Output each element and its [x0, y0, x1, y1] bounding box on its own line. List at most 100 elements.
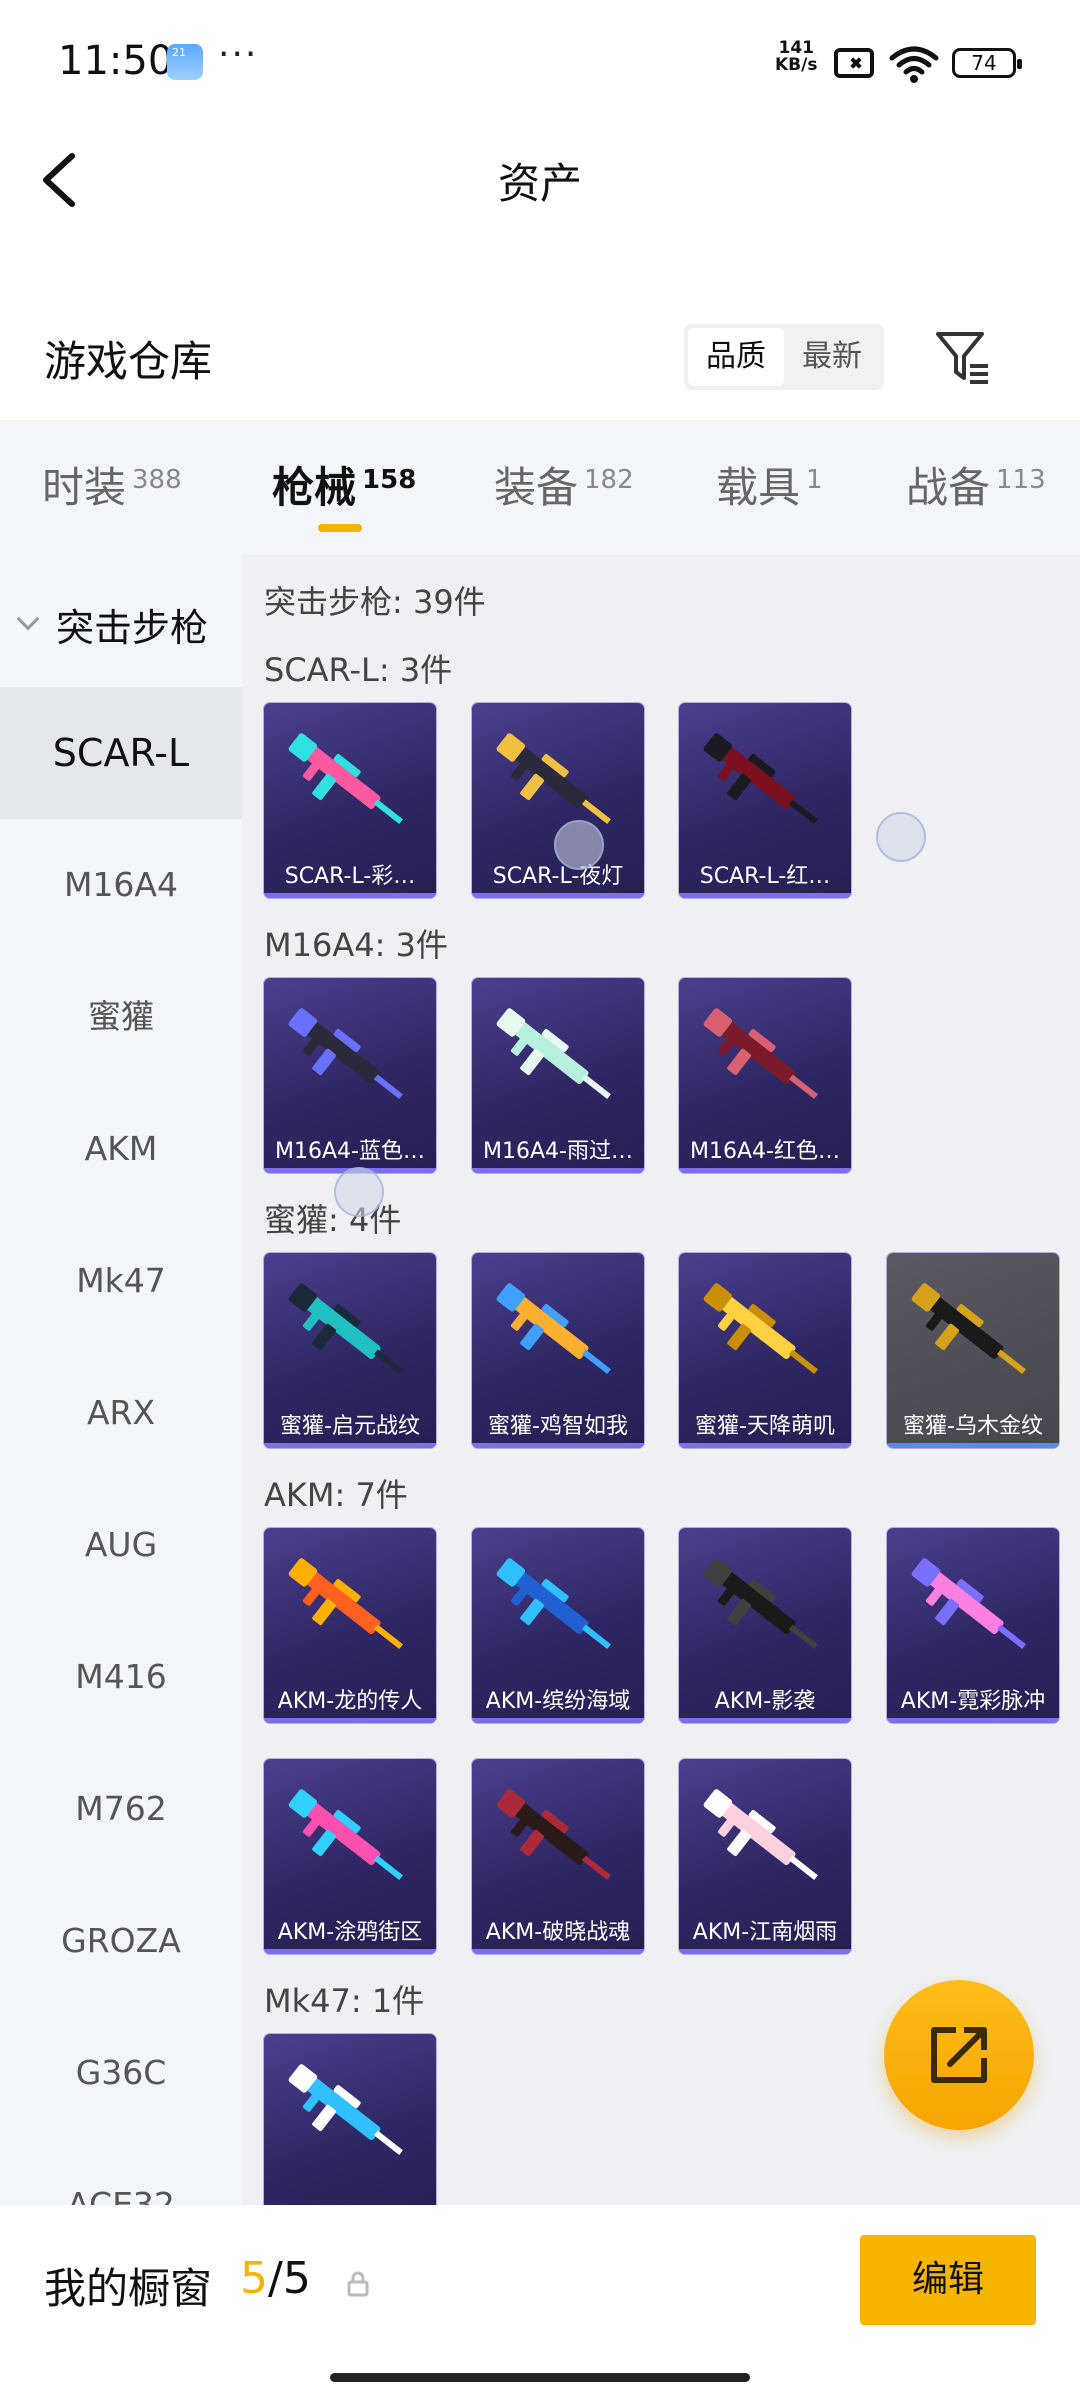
tab-count: 113 [996, 465, 1046, 495]
tab-supplies[interactable]: 战备 113 [906, 454, 1046, 515]
weather-badge: 21 [172, 46, 186, 59]
clock: 11:50 [58, 38, 174, 84]
rifle-icon [911, 1558, 1026, 1649]
weapon-name: M16A4-红色… [690, 1139, 840, 1164]
rifle-icon [496, 1789, 611, 1880]
weapon-name: 蜜獾-鸡智如我 [488, 1414, 628, 1439]
sort-option-quality[interactable]: 品质 [688, 328, 784, 386]
weather-icon: 21 [167, 44, 203, 80]
share-icon [931, 2027, 987, 2083]
sidebar-item[interactable]: M416 [0, 1611, 242, 1743]
rifle-icon [288, 733, 403, 824]
rifle-icon [288, 1789, 403, 1880]
touch-indicator [554, 820, 604, 870]
weapon-card[interactable]: M16A4-红色… [679, 978, 851, 1173]
weapon-card[interactable]: 蜜獾-鸡智如我 [472, 1253, 644, 1448]
sidebar-item[interactable]: AUG [0, 1479, 242, 1611]
sidebar-item[interactable]: M762 [0, 1743, 242, 1875]
rifle-icon [496, 1283, 611, 1374]
sidebar-item[interactable]: AKM [0, 1083, 242, 1215]
touch-indicator [334, 1167, 384, 1217]
sidebar-item[interactable]: ACE32 [0, 2139, 242, 2205]
tab-outfits[interactable]: 时装 388 [42, 454, 182, 515]
share-button[interactable] [884, 1980, 1034, 2130]
weapon-name: M16A4-蓝色… [275, 1139, 425, 1164]
weapon-card[interactable]: AKM-缤纷海域 [472, 1528, 644, 1723]
status-bar: 11:50 21 ··· 141 KB/s 74 [0, 0, 1080, 128]
sidebar-category-assault-rifles[interactable]: 突击步枪 [0, 555, 242, 687]
weapon-card[interactable]: AKM-霓彩脉冲 [887, 1528, 1059, 1723]
sidebar-item[interactable]: 蜜獾 [0, 951, 242, 1083]
sidebar-item[interactable]: M16A4 [0, 819, 242, 951]
group-label: AKM: 7件 [264, 1476, 408, 1514]
weapon-card[interactable]: 蜜獾-乌木金纹 [887, 1253, 1059, 1448]
weapon-name: AKM-霓彩脉冲 [900, 1689, 1046, 1714]
weapon-card[interactable]: SCAR-L-红… [679, 703, 851, 898]
sort-option-newest[interactable]: 最新 [784, 328, 880, 386]
tab-weapons[interactable]: 枪械 158 [272, 454, 416, 515]
group-label: SCAR-L: 3件 [264, 651, 453, 689]
tab-equipment[interactable]: 装备 182 [494, 454, 634, 515]
weapon-card[interactable]: AKM-破晓战魂 [472, 1759, 644, 1954]
more-notifications-icon: ··· [218, 34, 259, 75]
weapon-sidebar: 突击步枪 SCAR-L M16A4 蜜獾 AKM Mk47 ARX AUG M416 M762 G… [0, 555, 242, 2205]
group-label: Mk47: 1件 [264, 1982, 425, 2020]
tab-label: 战备 [906, 463, 991, 512]
tab-count: 388 [132, 465, 182, 495]
rifle-icon [288, 2064, 403, 2155]
weapon-card[interactable]: SCAR-L-夜灯 [472, 703, 644, 898]
category-total: 突击步枪: 39件 [264, 583, 486, 621]
weapon-card[interactable]: SCAR-L-彩… [264, 703, 436, 898]
weapon-name: AKM-江南烟雨 [692, 1920, 838, 1945]
warehouse-header: 游戏仓库 品质 最新 [0, 310, 1080, 420]
rifle-icon [288, 1558, 403, 1649]
group-label: M16A4: 3件 [264, 926, 448, 964]
sidebar-item[interactable]: ARX [0, 1347, 242, 1479]
weapon-name: SCAR-L-夜灯 [492, 864, 624, 889]
sort-toggle: 品质 最新 [684, 324, 884, 390]
weapon-card[interactable]: AKM-影袭 [679, 1528, 851, 1723]
rifle-icon [496, 733, 611, 824]
sidebar-item[interactable]: GROZA [0, 1875, 242, 2007]
edit-button[interactable]: 编辑 [860, 2235, 1036, 2325]
lock-icon [347, 2271, 369, 2297]
showcase-current: 5 [240, 2253, 268, 2304]
rifle-icon [703, 1558, 818, 1649]
sidebar-item[interactable]: SCAR-L [0, 687, 242, 819]
network-speed: 141 KB/s [775, 40, 817, 74]
showcase-bar: 我的橱窗 5/5 编辑 [0, 2205, 1080, 2400]
weapon-card[interactable]: AKM-江南烟雨 [679, 1759, 851, 1954]
sidebar-item[interactable]: G36C [0, 2007, 242, 2139]
weapon-name: SCAR-L-红… [699, 864, 831, 889]
weapon-name: AKM-缤纷海域 [485, 1689, 631, 1714]
weapon-card[interactable]: 蜜獾-天降萌叽 [679, 1253, 851, 1448]
sidebar-item[interactable]: Mk47 [0, 1215, 242, 1347]
weapon-name: AKM-破晓战魂 [485, 1920, 631, 1945]
weapon-card[interactable] [264, 2034, 436, 2205]
wifi-icon [889, 46, 939, 83]
rifle-icon [703, 1283, 818, 1374]
tab-label: 装备 [494, 463, 579, 512]
weapon-card[interactable]: M16A4-雨过… [472, 978, 644, 1173]
filter-icon[interactable] [930, 324, 994, 388]
category-tabs: 时装 388 枪械 158 装备 182 载具 1 战备 113 [0, 420, 1080, 555]
rifle-icon [703, 1008, 818, 1099]
tab-vehicles[interactable]: 载具 1 [716, 454, 823, 515]
weapon-card[interactable]: AKM-龙的传人 [264, 1528, 436, 1723]
tab-label: 时装 [42, 463, 127, 512]
weapon-name: AKM-龙的传人 [277, 1689, 423, 1714]
sidebar-category-label: 突击步枪 [56, 606, 209, 650]
weapon-name: 蜜獾-乌木金纹 [903, 1414, 1043, 1439]
weapon-card[interactable]: AKM-涂鸦街区 [264, 1759, 436, 1954]
battery-icon: 74 [952, 48, 1022, 78]
weapon-grid: 突击步枪: 39件 SCAR-L: 3件 SCAR-L-彩… SCAR-L-夜灯 SC… [242, 555, 1080, 2205]
weapon-name: M16A4-雨过… [483, 1139, 633, 1164]
weapon-name: AKM-涂鸦街区 [277, 1920, 423, 1945]
weapon-name: AKM-影袭 [714, 1689, 816, 1714]
weapon-card[interactable]: M16A4-蓝色… [264, 978, 436, 1173]
rifle-icon [703, 1789, 818, 1880]
weapon-card[interactable]: 蜜獾-启元战纹 [264, 1253, 436, 1448]
chevron-down-icon [16, 607, 40, 631]
weapon-name: SCAR-L-彩… [284, 864, 416, 889]
active-tab-indicator [318, 524, 362, 532]
